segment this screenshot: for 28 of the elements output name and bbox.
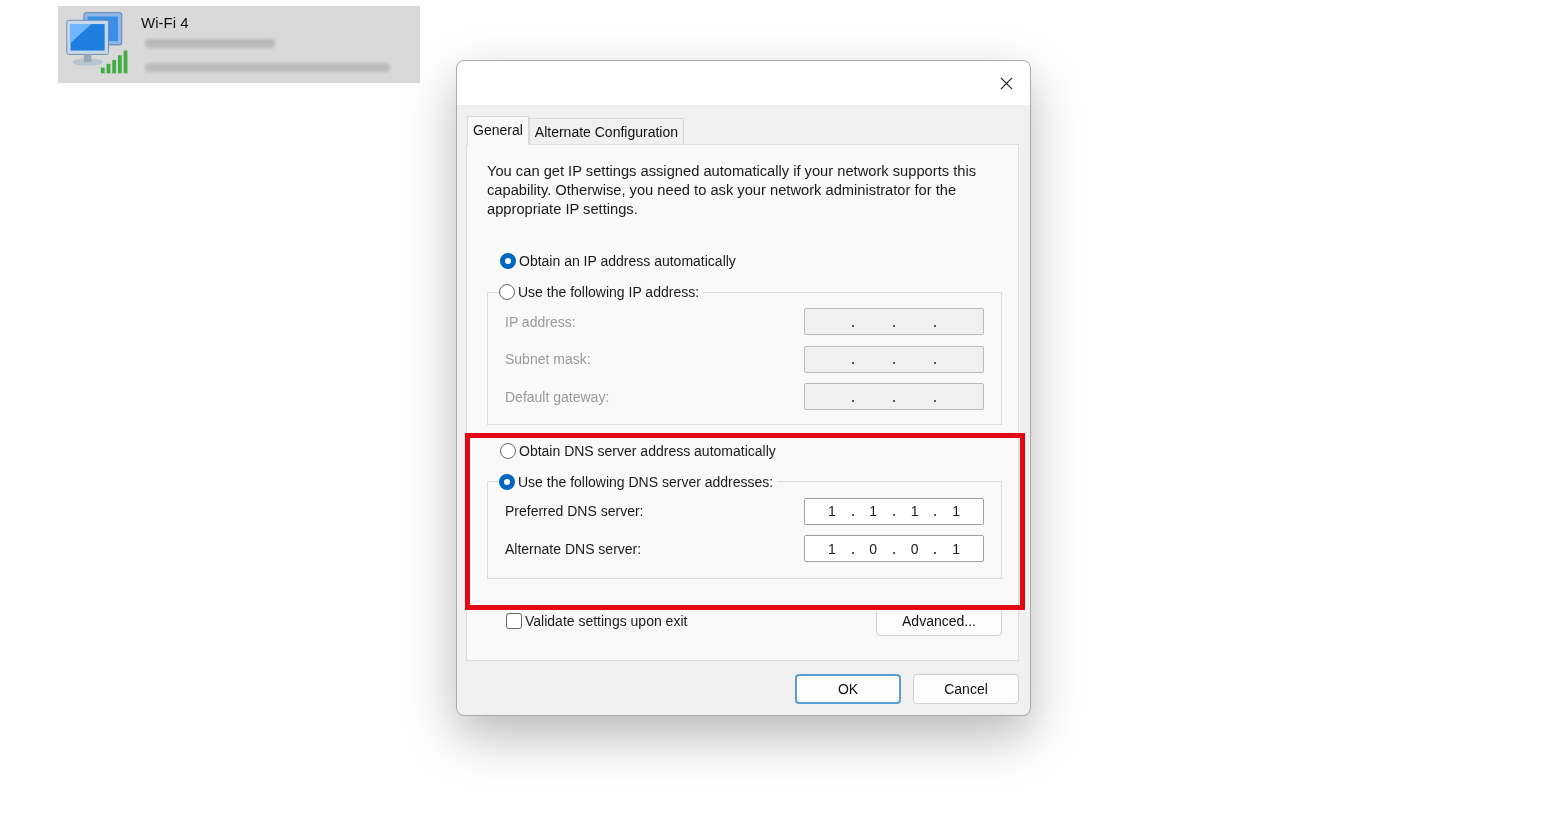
ip-address-field[interactable] <box>804 345 984 373</box>
tab[interactable]: Alternate Configuration <box>528 118 684 144</box>
ip-address-field[interactable]: 1 0 0 1 <box>804 535 984 563</box>
radio-button[interactable] <box>499 473 515 490</box>
dialog-button[interactable]: Cancel <box>913 674 1019 704</box>
option-label: Use the following DNS server addresses: <box>518 473 774 490</box>
option-label: Use the following IP address: <box>518 284 700 300</box>
connection-name: Wi-Fi 4 <box>141 14 190 31</box>
field-label: Alternate DNS server: <box>505 540 642 557</box>
ip-address-field[interactable]: 1 1 1 1 <box>804 497 984 525</box>
option-label: Obtain an IP address automatically <box>519 253 736 269</box>
ip-address-field[interactable] <box>804 383 984 411</box>
field-label: Preferred DNS server: <box>505 503 644 520</box>
field-label: Subnet mask: <box>505 351 591 368</box>
network-card[interactable]: Wi-Fi 4 <box>58 6 420 83</box>
ip-address-field[interactable] <box>804 308 984 336</box>
radio-button[interactable] <box>500 253 516 269</box>
field-label: IP address: <box>505 313 576 330</box>
option-label: Obtain DNS server address automatically <box>519 442 776 459</box>
dialog-button[interactable]: OK <box>795 674 901 704</box>
radio-button[interactable] <box>500 442 516 459</box>
checkbox[interactable] <box>506 612 522 629</box>
radio-button[interactable] <box>499 284 515 300</box>
field-label: Default gateway: <box>505 388 610 405</box>
checkbox-label: Validate settings upon exit <box>525 612 688 629</box>
close-icon[interactable] <box>1000 76 1013 90</box>
description-text: You can get IP settings assigned automatically if your network supports this capability. Otherwise, you need to ask your network administrator for the appropriate IP settings. <box>487 162 978 219</box>
tab[interactable]: General <box>467 116 529 145</box>
